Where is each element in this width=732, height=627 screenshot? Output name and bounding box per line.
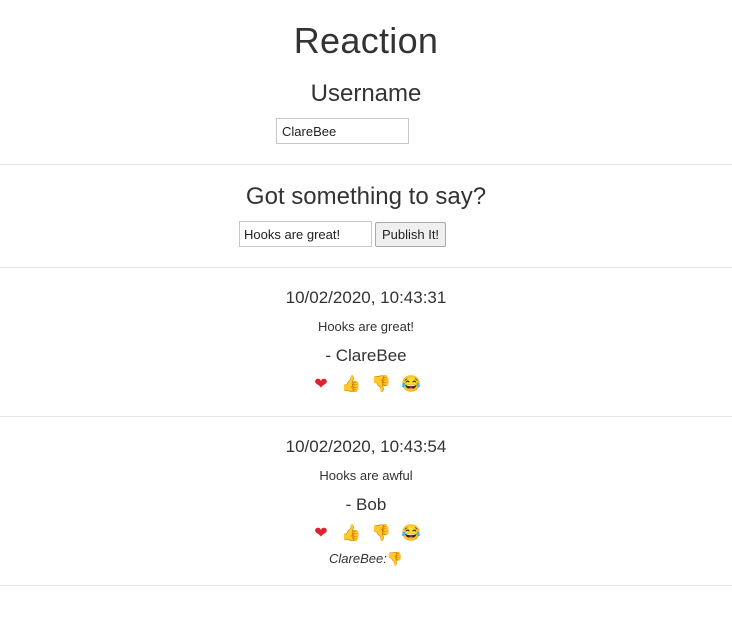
- thumbs-down-icon[interactable]: 👎: [371, 375, 391, 395]
- laugh-icon[interactable]: 😂: [401, 524, 421, 544]
- page-title: Reaction: [293, 20, 439, 61]
- divider: [0, 267, 732, 268]
- reaction-bar: ❤ 👍 👎 😂: [0, 524, 732, 544]
- reaction-bar: ❤ 👍 👎 😂: [0, 375, 732, 395]
- heart-icon[interactable]: ❤: [311, 524, 331, 544]
- reaction-user: ClareBee:: [329, 551, 387, 566]
- thumbs-up-icon[interactable]: 👍: [341, 524, 361, 544]
- thumbs-up-icon[interactable]: 👍: [341, 375, 361, 395]
- message-input[interactable]: [239, 221, 372, 247]
- divider: [0, 585, 732, 586]
- divider: [0, 164, 732, 165]
- divider: [0, 416, 732, 417]
- compose-heading: Got something to say?: [245, 183, 487, 210]
- thumbs-down-icon[interactable]: 👎: [371, 524, 391, 544]
- post-author: - Bob: [345, 495, 387, 514]
- username-heading: Username: [310, 80, 422, 107]
- post-timestamp: 10/02/2020, 10:43:54: [285, 437, 447, 456]
- username-input[interactable]: [276, 118, 409, 144]
- post-text: Hooks are great!: [317, 319, 415, 334]
- post-author: - ClareBee: [325, 346, 407, 365]
- post-text: Hooks are awful: [319, 468, 413, 483]
- publish-button[interactable]: Publish It!: [375, 222, 446, 247]
- reaction-log-entry: ClareBee:👎: [0, 551, 732, 567]
- thumbs-down-icon: 👎: [386, 551, 403, 566]
- laugh-icon[interactable]: 😂: [401, 375, 421, 395]
- heart-icon[interactable]: ❤: [311, 375, 331, 395]
- post-timestamp: 10/02/2020, 10:43:31: [285, 288, 447, 307]
